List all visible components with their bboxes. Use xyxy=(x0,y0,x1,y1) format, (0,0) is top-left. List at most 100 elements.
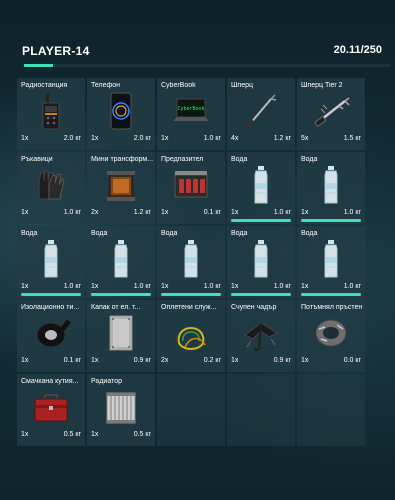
inventory-slot[interactable]: Изолационно ти... 1x 0.1 кг xyxy=(17,300,85,372)
item-quantity: 1x xyxy=(21,283,29,290)
water-bottle-icon xyxy=(311,239,351,279)
radio-icon xyxy=(31,91,71,131)
item-quantity: 1x xyxy=(91,431,99,438)
item-quantity: 1x xyxy=(91,283,99,290)
water-bottle-icon xyxy=(101,239,141,279)
item-weight: 2.0 кг xyxy=(133,135,151,142)
item-name: Радиатор xyxy=(91,378,122,385)
item-weight: 1.0 кг xyxy=(273,209,291,216)
item-weight: 0.5 кг xyxy=(133,431,151,438)
durability-bar xyxy=(301,293,361,296)
durability-bar xyxy=(91,293,151,296)
item-weight: 0.1 кг xyxy=(203,209,221,216)
item-quantity: 1x xyxy=(301,357,309,364)
inventory-slot[interactable]: Радиатор 1x 0.5 кг xyxy=(87,374,155,446)
item-name: Оплетени служ... xyxy=(161,304,217,311)
item-quantity: 5x xyxy=(301,135,309,142)
wires-icon xyxy=(171,313,211,353)
durability-bar xyxy=(161,293,221,296)
item-name: Смачкана кутия... xyxy=(21,378,79,385)
toolbox-icon xyxy=(31,387,71,427)
item-name: Ръкавици xyxy=(21,156,53,163)
player-name: PLAYER-14 xyxy=(22,44,90,58)
durability-bar xyxy=(231,219,291,222)
item-quantity: 2x xyxy=(161,357,169,364)
capacity-bar-fill xyxy=(24,64,54,67)
item-weight: 0.2 кг xyxy=(203,357,221,364)
durability-bar-fill xyxy=(21,293,81,296)
item-quantity: 1x xyxy=(161,209,169,216)
durability-bar-fill xyxy=(161,293,221,296)
inventory-slot[interactable]: Счупен чадър 1x 0.9 кг xyxy=(227,300,295,372)
inventory-slot[interactable]: Оплетени служ... 2x 0.2 кг xyxy=(157,300,225,372)
inventory-slot[interactable]: Радиостанция 1x 2.0 кг xyxy=(17,78,85,150)
item-quantity: 1x xyxy=(161,283,169,290)
inventory-slot[interactable]: Предпазител 1x 0.1 кг xyxy=(157,152,225,224)
item-weight: 1.0 кг xyxy=(203,135,221,142)
item-name: Вода xyxy=(161,230,178,237)
durability-bar-fill xyxy=(301,219,361,222)
item-weight: 1.0 кг xyxy=(63,209,81,216)
item-name: Радиостанция xyxy=(21,82,68,89)
item-name: Вода xyxy=(301,156,318,163)
inventory-slot[interactable]: Телефон 1x 2.0 кг xyxy=(87,78,155,150)
water-bottle-icon xyxy=(171,239,211,279)
inventory-slot[interactable]: Вода 1x 1.0 кг xyxy=(17,226,85,298)
item-name: Вода xyxy=(231,230,248,237)
item-quantity: 1x xyxy=(91,357,99,364)
inventory-slot[interactable]: Шперц Tier 2 5x 1.5 кг xyxy=(297,78,365,150)
tape-icon xyxy=(31,313,71,353)
item-quantity: 1x xyxy=(301,209,309,216)
capacity-bar xyxy=(24,64,390,67)
item-quantity: 1x xyxy=(21,135,29,142)
item-weight: 1.2 кг xyxy=(273,135,291,142)
inventory-slot[interactable]: Вода 1x 1.0 кг xyxy=(297,152,365,224)
inventory-slot[interactable]: Ръкавици 1x 1.0 кг xyxy=(17,152,85,224)
inventory-slot[interactable]: Шперц 4x 1.2 кг xyxy=(227,78,295,150)
inventory-slot[interactable]: CyberBook CyberBook 1x 1.0 кг xyxy=(157,78,225,150)
durability-bar-fill xyxy=(231,293,291,296)
lockpick-icon xyxy=(241,91,281,131)
inventory-slot[interactable]: Вода 1x 1.0 кг xyxy=(297,226,365,298)
item-quantity: 1x xyxy=(21,209,29,216)
inventory-slot[interactable]: Вода 1x 1.0 кг xyxy=(227,226,295,298)
inventory-slot[interactable]: Вода 1x 1.0 кг xyxy=(157,226,225,298)
item-quantity: 1x xyxy=(21,431,29,438)
item-weight: 1.0 кг xyxy=(63,283,81,290)
water-bottle-icon xyxy=(241,239,281,279)
inventory-slot[interactable]: Капак от ел. т... 1x 0.9 кг xyxy=(87,300,155,372)
water-bottle-icon xyxy=(311,165,351,205)
item-quantity: 4x xyxy=(231,135,239,142)
radiator-icon xyxy=(101,387,141,427)
item-weight: 1.0 кг xyxy=(133,283,151,290)
inventory-slot[interactable]: Вода 1x 1.0 кг xyxy=(227,152,295,224)
item-name: Вода xyxy=(301,230,318,237)
empty-inventory-slot[interactable] xyxy=(157,374,225,446)
item-weight: 1.0 кг xyxy=(343,209,361,216)
item-quantity: 1x xyxy=(161,135,169,142)
item-name: Счупен чадър xyxy=(231,304,277,311)
inventory-slot[interactable]: Смачкана кутия... 1x 0.5 кг xyxy=(17,374,85,446)
ring-icon xyxy=(311,313,351,353)
item-quantity: 1x xyxy=(301,283,309,290)
item-quantity: 1x xyxy=(21,357,29,364)
item-name: Шперц Tier 2 xyxy=(301,82,343,89)
empty-inventory-slot[interactable] xyxy=(227,374,295,446)
item-weight: 0.0 кг xyxy=(343,357,361,364)
inventory-slot[interactable]: Мини трансформ... 2x 1.2 кг xyxy=(87,152,155,224)
durability-bar xyxy=(301,219,361,222)
svg-text:CyberBook: CyberBook xyxy=(177,106,204,112)
item-quantity: 1x xyxy=(231,283,239,290)
item-name: Изолационно ти... xyxy=(21,304,80,311)
item-weight: 0.1 кг xyxy=(63,357,81,364)
inventory-slot[interactable]: Вода 1x 1.0 кг xyxy=(87,226,155,298)
capacity-readout: 20.11/250 xyxy=(333,44,382,56)
item-name: Вода xyxy=(21,230,38,237)
item-name: CyberBook xyxy=(161,82,196,89)
item-weight: 1.0 кг xyxy=(203,283,221,290)
panel-cover-icon xyxy=(101,313,141,353)
inventory-slot[interactable]: Потъмнял пръстен 1x 0.0 кг xyxy=(297,300,365,372)
empty-inventory-slot[interactable] xyxy=(297,374,365,446)
transformer-icon xyxy=(101,165,141,205)
item-name: Мини трансформ... xyxy=(91,156,153,163)
